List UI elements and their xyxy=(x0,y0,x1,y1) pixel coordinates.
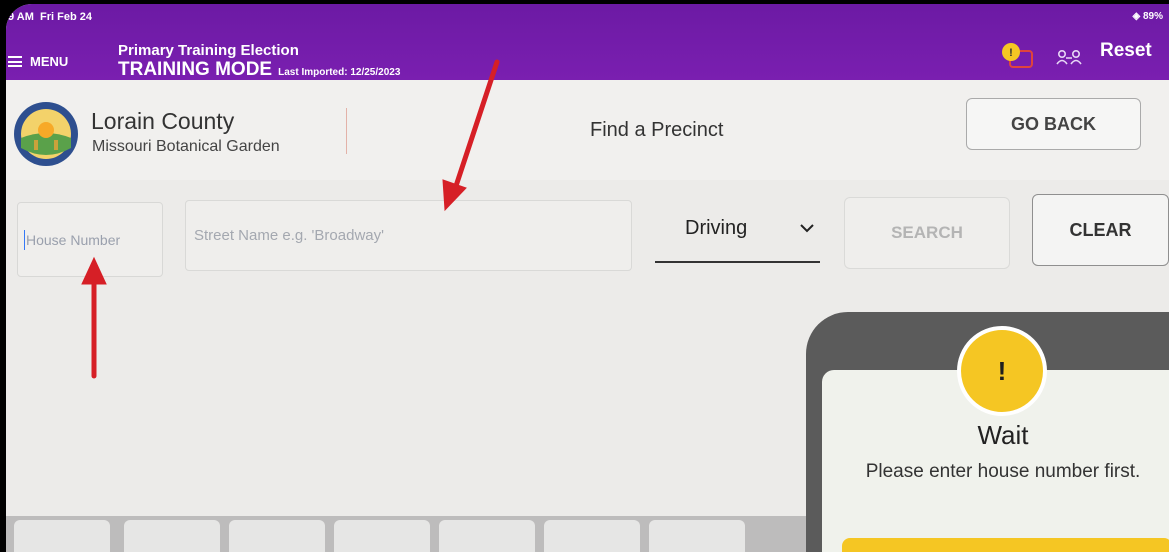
keyboard-key[interactable] xyxy=(544,520,640,552)
status-clock: 9 AM xyxy=(8,11,34,23)
election-title: Primary Training Election xyxy=(118,42,299,59)
keyboard-key[interactable] xyxy=(229,520,325,552)
last-imported: Last Imported: 12/25/2023 xyxy=(278,67,401,78)
top-bar: 9 AM Fri Feb 24 ◈ 89% MENU Primary Train… xyxy=(6,4,1169,80)
reset-button[interactable]: Reset xyxy=(1100,40,1152,62)
keyboard-key[interactable] xyxy=(439,520,535,552)
keyboard-key[interactable] xyxy=(334,520,430,552)
travel-mode-value: Driving xyxy=(685,216,748,239)
wifi-icon: ◈ xyxy=(1132,11,1141,22)
keyboard-key[interactable] xyxy=(649,520,745,552)
header-divider xyxy=(346,108,347,154)
search-button[interactable]: SEARCH xyxy=(844,197,1010,269)
status-time: 9 AM Fri Feb 24 xyxy=(8,11,92,23)
battery-level: 89% xyxy=(1142,11,1163,22)
chevron-down-icon xyxy=(800,224,814,233)
polling-place-name: Missouri Botanical Garden xyxy=(92,138,280,155)
training-mode-label: TRAINING MODE xyxy=(118,59,273,80)
status-right: ◈ 89% xyxy=(1133,11,1164,22)
mode-line: TRAINING MODE Last Imported: 12/25/2023 xyxy=(118,59,400,81)
keyboard-key[interactable] xyxy=(14,520,110,552)
notification-alert-icon[interactable]: ! xyxy=(999,41,1035,71)
page-title: Find a Precinct xyxy=(590,119,724,141)
dialog-ok-button[interactable] xyxy=(842,538,1169,552)
svg-text:!: ! xyxy=(1009,47,1013,59)
warning-icon: ! xyxy=(957,326,1047,416)
keyboard-key[interactable] xyxy=(124,520,220,552)
clear-button[interactable]: CLEAR xyxy=(1032,194,1169,266)
menu-button[interactable]: MENU xyxy=(8,54,68,69)
menu-label: MENU xyxy=(30,54,69,69)
dialog-title: Wait xyxy=(977,420,1029,450)
users-icon[interactable] xyxy=(1056,46,1082,68)
county-name: Lorain County xyxy=(91,108,235,134)
dialog-message: Please enter house number first. xyxy=(865,461,1141,482)
county-seal-icon xyxy=(14,102,78,166)
house-number-input[interactable]: House Number xyxy=(17,202,163,277)
hamburger-icon xyxy=(8,56,22,67)
status-date: Fri Feb 24 xyxy=(40,11,92,23)
travel-mode-select[interactable]: Driving xyxy=(655,205,820,263)
street-name-input[interactable]: Street Name e.g. 'Broadway' xyxy=(185,200,632,271)
go-back-button[interactable]: GO BACK xyxy=(966,98,1141,150)
